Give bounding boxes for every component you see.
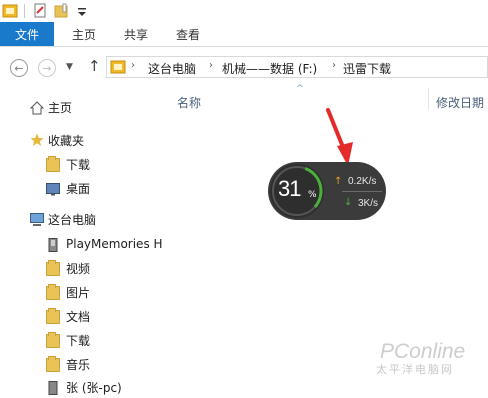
sidebar-item-this-pc[interactable]: 这台电脑 xyxy=(48,208,96,230)
divider xyxy=(24,4,25,18)
folder-location-icon xyxy=(110,59,126,78)
home-icon xyxy=(29,101,45,115)
watermark-subtitle: 太平洋电脑网 xyxy=(376,363,454,376)
progress-percent-sign: % xyxy=(308,190,317,200)
music-folder-icon xyxy=(46,356,60,372)
annotation-arrow-icon xyxy=(326,108,353,166)
sidebar-item-desktop[interactable]: 桌面 xyxy=(66,177,90,199)
download-arrow-icon: ↓ xyxy=(344,197,353,208)
explorer-app-icon[interactable] xyxy=(2,3,18,19)
sidebar-item-downloads-fav[interactable]: 下载 xyxy=(66,153,90,175)
pictures-folder-icon xyxy=(46,284,60,300)
arrow-right-icon: → xyxy=(42,61,52,75)
video-folder-icon xyxy=(46,260,60,276)
sidebar-item-home[interactable]: 主页 xyxy=(48,96,72,118)
back-button[interactable]: ← xyxy=(10,59,28,77)
sidebar-item-videos[interactable]: 视频 xyxy=(66,257,90,279)
breadcrumb-this-pc[interactable]: 这台电脑 xyxy=(148,60,196,77)
download-speed: 3K/s xyxy=(358,198,379,209)
sidebar-item-pictures[interactable]: 图片 xyxy=(66,281,90,303)
upload-speed: 0.2K/s xyxy=(348,176,377,187)
upload-arrow-icon: ↑ xyxy=(334,176,343,187)
sidebar-item-favorites[interactable]: 收藏夹 xyxy=(48,129,84,151)
column-header-name[interactable]: 名称 xyxy=(177,94,201,111)
file-tab[interactable]: 文件 xyxy=(0,22,54,46)
documents-folder-icon xyxy=(46,308,60,324)
column-divider[interactable] xyxy=(428,88,429,110)
download-folder-icon xyxy=(46,332,60,348)
network-computer-icon xyxy=(46,381,60,395)
desktop-icon xyxy=(46,182,60,196)
tab-share[interactable]: 共享 xyxy=(124,22,148,46)
breadcrumb-separator-icon[interactable]: › xyxy=(332,60,336,71)
quick-access-toolbar xyxy=(0,0,488,22)
breadcrumb-thunder-downloads[interactable]: 迅雷下载 xyxy=(343,60,391,77)
sidebar-item-music[interactable]: 音乐 xyxy=(66,353,90,375)
sidebar-item-playmemories[interactable]: PlayMemories H xyxy=(66,233,163,255)
customize-toolbar-dropdown-icon[interactable] xyxy=(74,3,90,19)
recent-locations-chevron-icon[interactable]: ▼ xyxy=(66,62,73,72)
arrow-left-icon: ← xyxy=(14,61,24,75)
column-header-date-modified[interactable]: 修改日期 xyxy=(436,94,484,111)
computer-icon xyxy=(30,213,44,227)
properties-icon[interactable] xyxy=(32,3,48,19)
star-icon xyxy=(30,133,44,147)
new-folder-icon[interactable] xyxy=(54,3,70,19)
sidebar-item-network-pc[interactable]: 张 (张-pc) xyxy=(66,376,122,398)
up-arrow-icon[interactable]: ↑ xyxy=(88,57,101,75)
sort-ascending-icon: ^ xyxy=(296,84,304,94)
sidebar-item-documents[interactable]: 文档 xyxy=(66,305,90,327)
tab-view[interactable]: 查看 xyxy=(176,22,200,46)
divider xyxy=(342,191,382,192)
tab-home[interactable]: 主页 xyxy=(72,22,96,46)
sidebar-item-downloads[interactable]: 下载 xyxy=(66,329,90,351)
download-folder-icon xyxy=(46,156,60,172)
breadcrumb-separator-icon[interactable]: › xyxy=(209,60,213,71)
breadcrumb-separator-icon[interactable]: › xyxy=(131,60,135,71)
progress-percent: 31 xyxy=(278,176,302,201)
forward-button[interactable]: → xyxy=(38,59,56,77)
device-icon xyxy=(46,238,60,252)
progress-arc xyxy=(304,167,323,208)
breadcrumb-drive-f[interactable]: 机械——数据 (F:) xyxy=(222,60,317,77)
